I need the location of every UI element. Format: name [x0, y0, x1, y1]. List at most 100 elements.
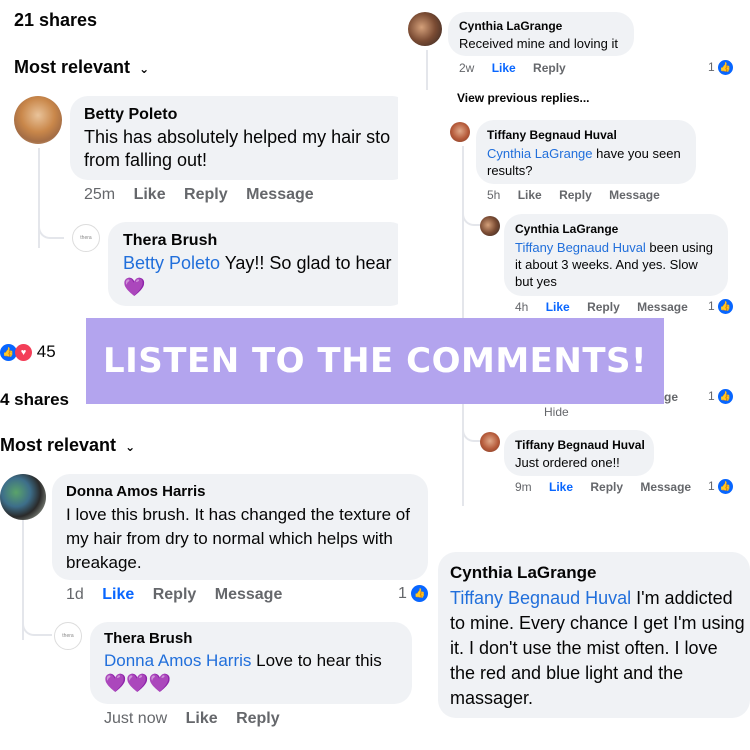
bottom-left-panel: Donna Amos Harris I love this brush. It …: [0, 464, 436, 750]
comment-author[interactable]: Betty Poleto: [84, 106, 177, 124]
mention-link[interactable]: Betty Poleto: [123, 253, 220, 273]
chevron-down-icon: ⌄: [139, 62, 150, 76]
middle-left-panel: 👍 ♥ 45: [0, 312, 86, 444]
thread-curve: [462, 204, 480, 226]
comment-time: 4h: [515, 300, 529, 314]
comment-actions: 2w Like Reply: [459, 61, 580, 75]
like-button[interactable]: Like: [492, 61, 516, 75]
comment-actions: 5h Like Reply Message: [487, 188, 674, 202]
reaction-count[interactable]: 1 👍: [708, 60, 734, 76]
comment-text: Cynthia LaGrange have you seen results?: [487, 145, 687, 179]
sort-dropdown[interactable]: Most relevant ⌄: [0, 435, 135, 456]
message-button[interactable]: Message: [640, 480, 691, 494]
message-button[interactable]: Message: [246, 186, 314, 203]
like-button[interactable]: Like: [102, 586, 134, 603]
reply-button[interactable]: Reply: [153, 586, 197, 603]
reply-body: Love to hear this: [251, 651, 382, 670]
reply-button[interactable]: Reply: [587, 300, 620, 314]
headline-banner: LISTEN TO THE COMMENTS!: [86, 318, 664, 404]
avatar[interactable]: thera: [72, 224, 100, 252]
reply-button[interactable]: Reply: [559, 188, 592, 202]
comment-text: I love this brush. It has changed the te…: [66, 505, 410, 572]
reply-author[interactable]: Thera Brush: [104, 630, 192, 647]
thumbs-up-icon: 👍: [411, 585, 429, 603]
comment-author[interactable]: Donna Amos Harris: [66, 483, 205, 500]
thumbs-up-icon: 👍: [718, 479, 734, 495]
reaction-count-value: 1: [708, 479, 715, 493]
reaction-count-value: 1: [398, 585, 407, 602]
top-left-panel: 21 shares Most relevant ⌄ Betty Poleto T…: [0, 0, 398, 312]
comment-text: This has absolutely helped my hair sto: [84, 127, 391, 147]
shares-count[interactable]: 4 shares: [0, 390, 69, 410]
reply-body: Yay!! So glad to hear: [220, 253, 392, 273]
avatar[interactable]: [408, 12, 442, 46]
banner-text: LISTEN TO THE COMMENTS!: [102, 341, 648, 381]
shares-count[interactable]: 21 shares: [14, 10, 97, 31]
comment-text: Tiffany Begnaud Huval been using it abou…: [515, 239, 715, 290]
comment-time: 5h: [487, 188, 501, 202]
reply-author[interactable]: Thera Brush: [123, 232, 217, 250]
thread-curve: [22, 614, 52, 636]
mention-link[interactable]: Tiffany Begnaud Huval: [450, 588, 631, 608]
mention-link[interactable]: Cynthia LaGrange: [487, 146, 593, 161]
comment-author[interactable]: Cynthia LaGrange: [450, 563, 596, 583]
mention-link[interactable]: Tiffany Begnaud Huval: [515, 240, 646, 255]
thread-curve: [38, 215, 64, 239]
thumbs-up-icon: 👍: [718, 60, 734, 76]
chevron-down-icon: ⌄: [125, 440, 136, 454]
sort-label: Most relevant: [0, 435, 117, 455]
comment-actions: 25m Like Reply Message: [84, 186, 328, 204]
comment-author[interactable]: Tiffany Begnaud Huval: [487, 128, 617, 142]
thread-curve: [462, 420, 480, 442]
view-previous-replies[interactable]: View previous replies...: [457, 91, 590, 105]
comment-author[interactable]: Cynthia LaGrange: [515, 222, 618, 236]
reaction-total: 45: [36, 342, 56, 361]
comment-actions: 1d Like Reply Message: [66, 586, 296, 604]
comment-time: 25m: [84, 186, 116, 203]
avatar[interactable]: [450, 122, 470, 142]
reply-actions: Just now Like Reply: [104, 710, 294, 728]
avatar[interactable]: [480, 216, 500, 236]
reply-button[interactable]: Reply: [184, 186, 228, 203]
like-button[interactable]: Like: [518, 188, 542, 202]
reaction-summary[interactable]: 👍 ♥ 45: [0, 342, 56, 362]
reaction-count-value: 1: [708, 389, 715, 403]
comment-text: Just ordered one!!: [515, 455, 620, 470]
sort-label: Most relevant: [14, 57, 131, 77]
reply-button[interactable]: Reply: [590, 480, 623, 494]
comment-actions: 4h Like Reply Message: [515, 300, 702, 314]
avatar[interactable]: [14, 96, 62, 144]
avatar[interactable]: thera: [54, 622, 82, 650]
message-button[interactable]: Message: [609, 188, 660, 202]
reaction-count[interactable]: 1 👍: [708, 299, 734, 315]
mention-link[interactable]: Donna Amos Harris: [104, 651, 251, 670]
reply-text: Donna Amos Harris Love to hear this: [104, 651, 382, 671]
sort-dropdown[interactable]: Most relevant ⌄: [14, 57, 149, 78]
reply-button[interactable]: Reply: [236, 710, 280, 727]
reply-time: Just now: [104, 710, 168, 727]
purple-heart-emoji: 💜: [123, 277, 146, 297]
thumbs-up-icon: 👍: [718, 389, 734, 405]
reaction-count-value: 1: [708, 60, 715, 74]
partial-message-button[interactable]: ge: [664, 390, 678, 404]
reaction-count[interactable]: 1 👍: [398, 585, 429, 603]
thread-line: [426, 50, 428, 90]
like-button[interactable]: Like: [546, 300, 570, 314]
avatar[interactable]: [0, 474, 46, 520]
message-button[interactable]: Message: [215, 586, 283, 603]
thumbs-up-icon: 👍: [718, 299, 734, 315]
avatar[interactable]: [480, 432, 500, 452]
like-button[interactable]: Like: [134, 186, 166, 203]
hide-button[interactable]: Hide: [544, 405, 569, 419]
like-button[interactable]: Like: [549, 480, 573, 494]
reaction-count[interactable]: 1 👍: [708, 479, 734, 495]
reply-button[interactable]: Reply: [533, 61, 566, 75]
comment-author[interactable]: Tiffany Begnaud Huval: [515, 438, 645, 452]
reaction-count[interactable]: 1 👍: [708, 389, 734, 405]
message-button[interactable]: Message: [637, 300, 688, 314]
like-button[interactable]: Like: [186, 710, 218, 727]
comment-text-line2: from falling out!: [84, 150, 208, 170]
reply-text: Betty Poleto Yay!! So glad to hear: [123, 253, 392, 274]
comment-time: 2w: [459, 61, 475, 75]
comment-author[interactable]: Cynthia LaGrange: [459, 19, 562, 33]
